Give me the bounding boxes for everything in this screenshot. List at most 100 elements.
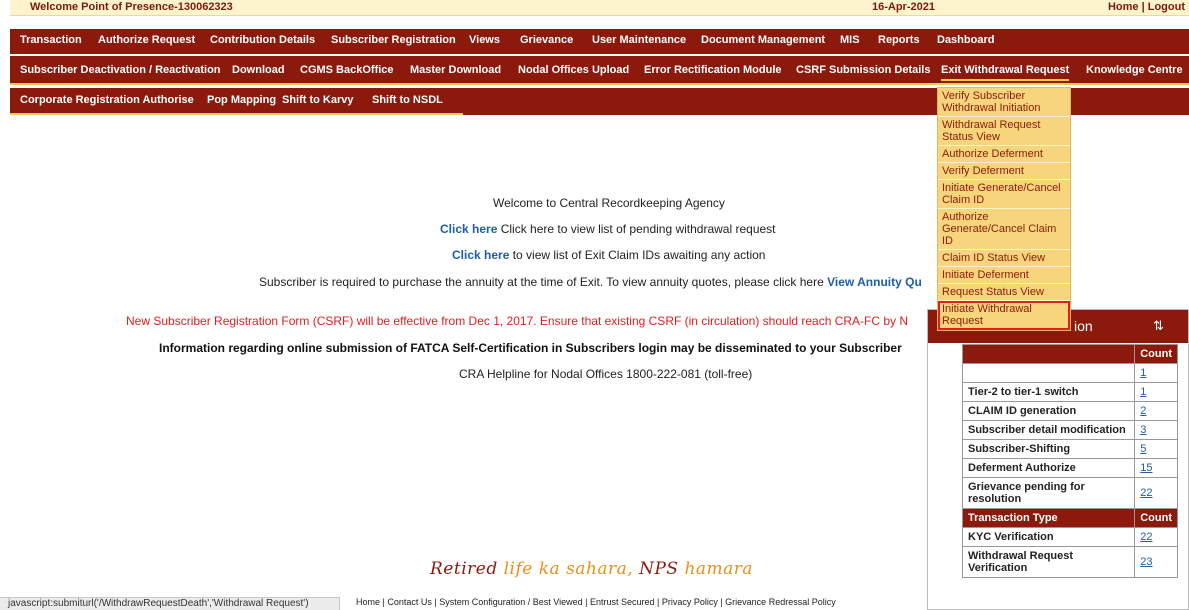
row-count-link[interactable]: 3 xyxy=(1140,424,1146,436)
annuity-line: Subscriber is required to purchase the a… xyxy=(259,275,922,289)
menu-item-authorize-deferment[interactable]: Authorize Deferment xyxy=(938,146,1070,163)
transaction-type-header: Transaction Type xyxy=(961,508,1136,528)
exit-claim-text: to view list of Exit Claim IDs awaiting … xyxy=(509,248,766,262)
exit-claim-line: Click here to view list of Exit Claim ID… xyxy=(452,248,765,262)
row-label: Tier-2 to tier-1 switch xyxy=(961,382,1136,402)
header-count-cell: Count xyxy=(1134,344,1178,364)
nav-subscriber-deactivation[interactable]: Subscriber Deactivation / Reactivation xyxy=(20,64,221,76)
nav-reports[interactable]: Reports xyxy=(878,34,920,46)
row-label: KYC Verification xyxy=(961,527,1136,547)
tagline-part-2: life ka sahara, xyxy=(503,559,640,579)
row-label: Subscriber detail modification xyxy=(961,420,1136,440)
nav-exit-withdrawal-request[interactable]: Exit Withdrawal Request xyxy=(941,64,1070,81)
nav-mis[interactable]: MIS xyxy=(840,34,860,46)
nav-corporate-registration-authorise[interactable]: Corporate Registration Authorise xyxy=(20,94,194,106)
top-links: Home | Logout xyxy=(1108,1,1185,13)
nav-master-download[interactable]: Master Download xyxy=(410,64,501,76)
row-label: Withdrawal Request Verification xyxy=(961,546,1136,578)
nav-pop-mapping[interactable]: Pop Mapping xyxy=(207,94,276,106)
nav-cgms-backoffice[interactable]: CGMS BackOffice xyxy=(300,64,394,76)
main-nav-row-3: Corporate Registration Authorise Pop Map… xyxy=(10,88,463,115)
link-separator: | xyxy=(1138,1,1148,13)
click-here-claim-link[interactable]: Click here xyxy=(452,248,509,262)
top-info-bar: Welcome Point of Presence-130062323 16-A… xyxy=(10,0,1189,16)
nav-csrf-submission[interactable]: CSRF Submission Details xyxy=(796,64,930,76)
menu-item-request-status-view[interactable]: Request Status View xyxy=(938,284,1070,301)
tagline-part-1: Retired xyxy=(430,559,504,579)
section-count-header: Count xyxy=(1134,508,1178,528)
table-row: Subscriber-Shifting 5 xyxy=(961,439,1178,459)
row-count-link[interactable]: 5 xyxy=(1140,443,1146,455)
menu-item-verify-deferment[interactable]: Verify Deferment xyxy=(938,163,1070,180)
exit-withdrawal-dropdown: Verify Subscriber Withdrawal Initiation … xyxy=(937,87,1071,331)
menu-item-claim-id-status[interactable]: Claim ID Status View xyxy=(938,250,1070,267)
view-annuity-quotes-link[interactable]: View Annuity Qu xyxy=(827,275,922,289)
nav-authorize-request[interactable]: Authorize Request xyxy=(98,34,195,46)
table-row: Tier-2 to tier-1 switch 1 xyxy=(961,382,1178,402)
nav-knowledge-centre[interactable]: Knowledge Centre xyxy=(1086,64,1183,76)
pending-requests-panel: ion ⇅ Count 1 Tier-2 to tier-1 switch 1 … xyxy=(927,309,1189,610)
logout-link[interactable]: Logout xyxy=(1148,1,1185,13)
fatca-notice: Information regarding online submission … xyxy=(159,341,902,355)
current-date: 16-Apr-2021 xyxy=(872,1,935,13)
tagline-part-4: hamara xyxy=(684,559,754,579)
nav-error-rectification[interactable]: Error Rectification Module xyxy=(644,64,782,76)
annuity-text: Subscriber is required to purchase the a… xyxy=(259,275,828,289)
click-here-pending-link[interactable]: Click here xyxy=(440,222,497,236)
helpline-text: CRA Helpline for Nodal Offices 1800-222-… xyxy=(459,367,753,381)
nav-dashboard[interactable]: Dashboard xyxy=(937,34,994,46)
home-link[interactable]: Home xyxy=(1108,1,1139,13)
footer-links[interactable]: Home | Contact Us | System Configuration… xyxy=(356,597,836,607)
menu-item-initiate-deferment[interactable]: Initiate Deferment xyxy=(938,267,1070,284)
nav-grievance[interactable]: Grievance xyxy=(520,34,573,46)
tagline-part-3: NPS xyxy=(639,559,685,579)
table-row: Withdrawal Request Verification 23 xyxy=(961,546,1178,578)
nav-transaction[interactable]: Transaction xyxy=(20,34,82,46)
row-count-link[interactable]: 1 xyxy=(1140,367,1146,379)
browser-status-bar: javascript:submiturl('/WithdrawRequestDe… xyxy=(0,597,340,610)
table-header-row: Count xyxy=(961,344,1178,364)
nav-views[interactable]: Views xyxy=(469,34,500,46)
row-count-link[interactable]: 15 xyxy=(1140,462,1152,474)
row-count-link[interactable]: 2 xyxy=(1140,405,1146,417)
pending-table: Count 1 Tier-2 to tier-1 switch 1 CLAIM … xyxy=(961,344,1178,578)
nav-contribution-details[interactable]: Contribution Details xyxy=(210,34,315,46)
menu-item-withdrawal-status-view[interactable]: Withdrawal Request Status View xyxy=(938,117,1070,146)
row-label xyxy=(961,363,1136,383)
row-count-link[interactable]: 22 xyxy=(1140,531,1152,543)
menu-item-verify-subscriber-withdrawal[interactable]: Verify Subscriber Withdrawal Initiation xyxy=(938,88,1070,117)
csrf-notice: New Subscriber Registration Form (CSRF) … xyxy=(126,314,909,328)
nav-document-management[interactable]: Document Management xyxy=(701,34,825,46)
welcome-heading: Welcome to Central Recordkeeping Agency xyxy=(493,196,725,210)
row-count-link[interactable]: 23 xyxy=(1140,556,1152,568)
pending-withdrawal-line: Click here Click here to view list of pe… xyxy=(440,222,776,236)
table-row: 1 xyxy=(961,363,1178,383)
menu-item-authorize-claim-id[interactable]: Authorize Generate/Cancel Claim ID xyxy=(938,209,1070,250)
menu-item-initiate-claim-id[interactable]: Initiate Generate/Cancel Claim ID xyxy=(938,180,1070,209)
table-row: Grievance pending for resolution 22 xyxy=(961,477,1178,509)
row-label: Grievance pending for resolution xyxy=(961,477,1136,509)
table-row: CLAIM ID generation 2 xyxy=(961,401,1178,421)
nav-subscriber-registration[interactable]: Subscriber Registration xyxy=(331,34,456,46)
nav-shift-to-karvy[interactable]: Shift to Karvy xyxy=(282,94,354,106)
nps-tagline: Retired life ka sahara, NPS hamara xyxy=(430,559,753,579)
pending-withdrawal-text: Click here to view list of pending withd… xyxy=(497,222,776,236)
row-count-link[interactable]: 22 xyxy=(1140,487,1152,499)
menu-item-initiate-withdrawal-request[interactable]: Initiate Withdrawal Request xyxy=(938,301,1070,330)
table-row: KYC Verification 22 xyxy=(961,527,1178,547)
nav-nodal-offices-upload[interactable]: Nodal Offices Upload xyxy=(518,64,629,76)
nav-user-maintenance[interactable]: User Maintenance xyxy=(592,34,686,46)
section-header-row: Transaction Type Count xyxy=(961,508,1178,528)
sort-icon[interactable]: ⇅ xyxy=(1153,318,1164,334)
main-nav-row-2: Subscriber Deactivation / Reactivation D… xyxy=(10,56,1189,85)
welcome-text: Welcome Point of Presence-130062323 xyxy=(30,1,233,13)
nav-download[interactable]: Download xyxy=(232,64,285,76)
table-row: Deferment Authorize 15 xyxy=(961,458,1178,478)
header-type-cell xyxy=(961,344,1136,364)
panel-title: ion xyxy=(1074,318,1093,334)
row-label: Deferment Authorize xyxy=(961,458,1136,478)
row-count-link[interactable]: 1 xyxy=(1140,386,1146,398)
row-label: Subscriber-Shifting xyxy=(961,439,1136,459)
nav-shift-to-nsdl[interactable]: Shift to NSDL xyxy=(372,94,443,106)
row-label: CLAIM ID generation xyxy=(961,401,1136,421)
